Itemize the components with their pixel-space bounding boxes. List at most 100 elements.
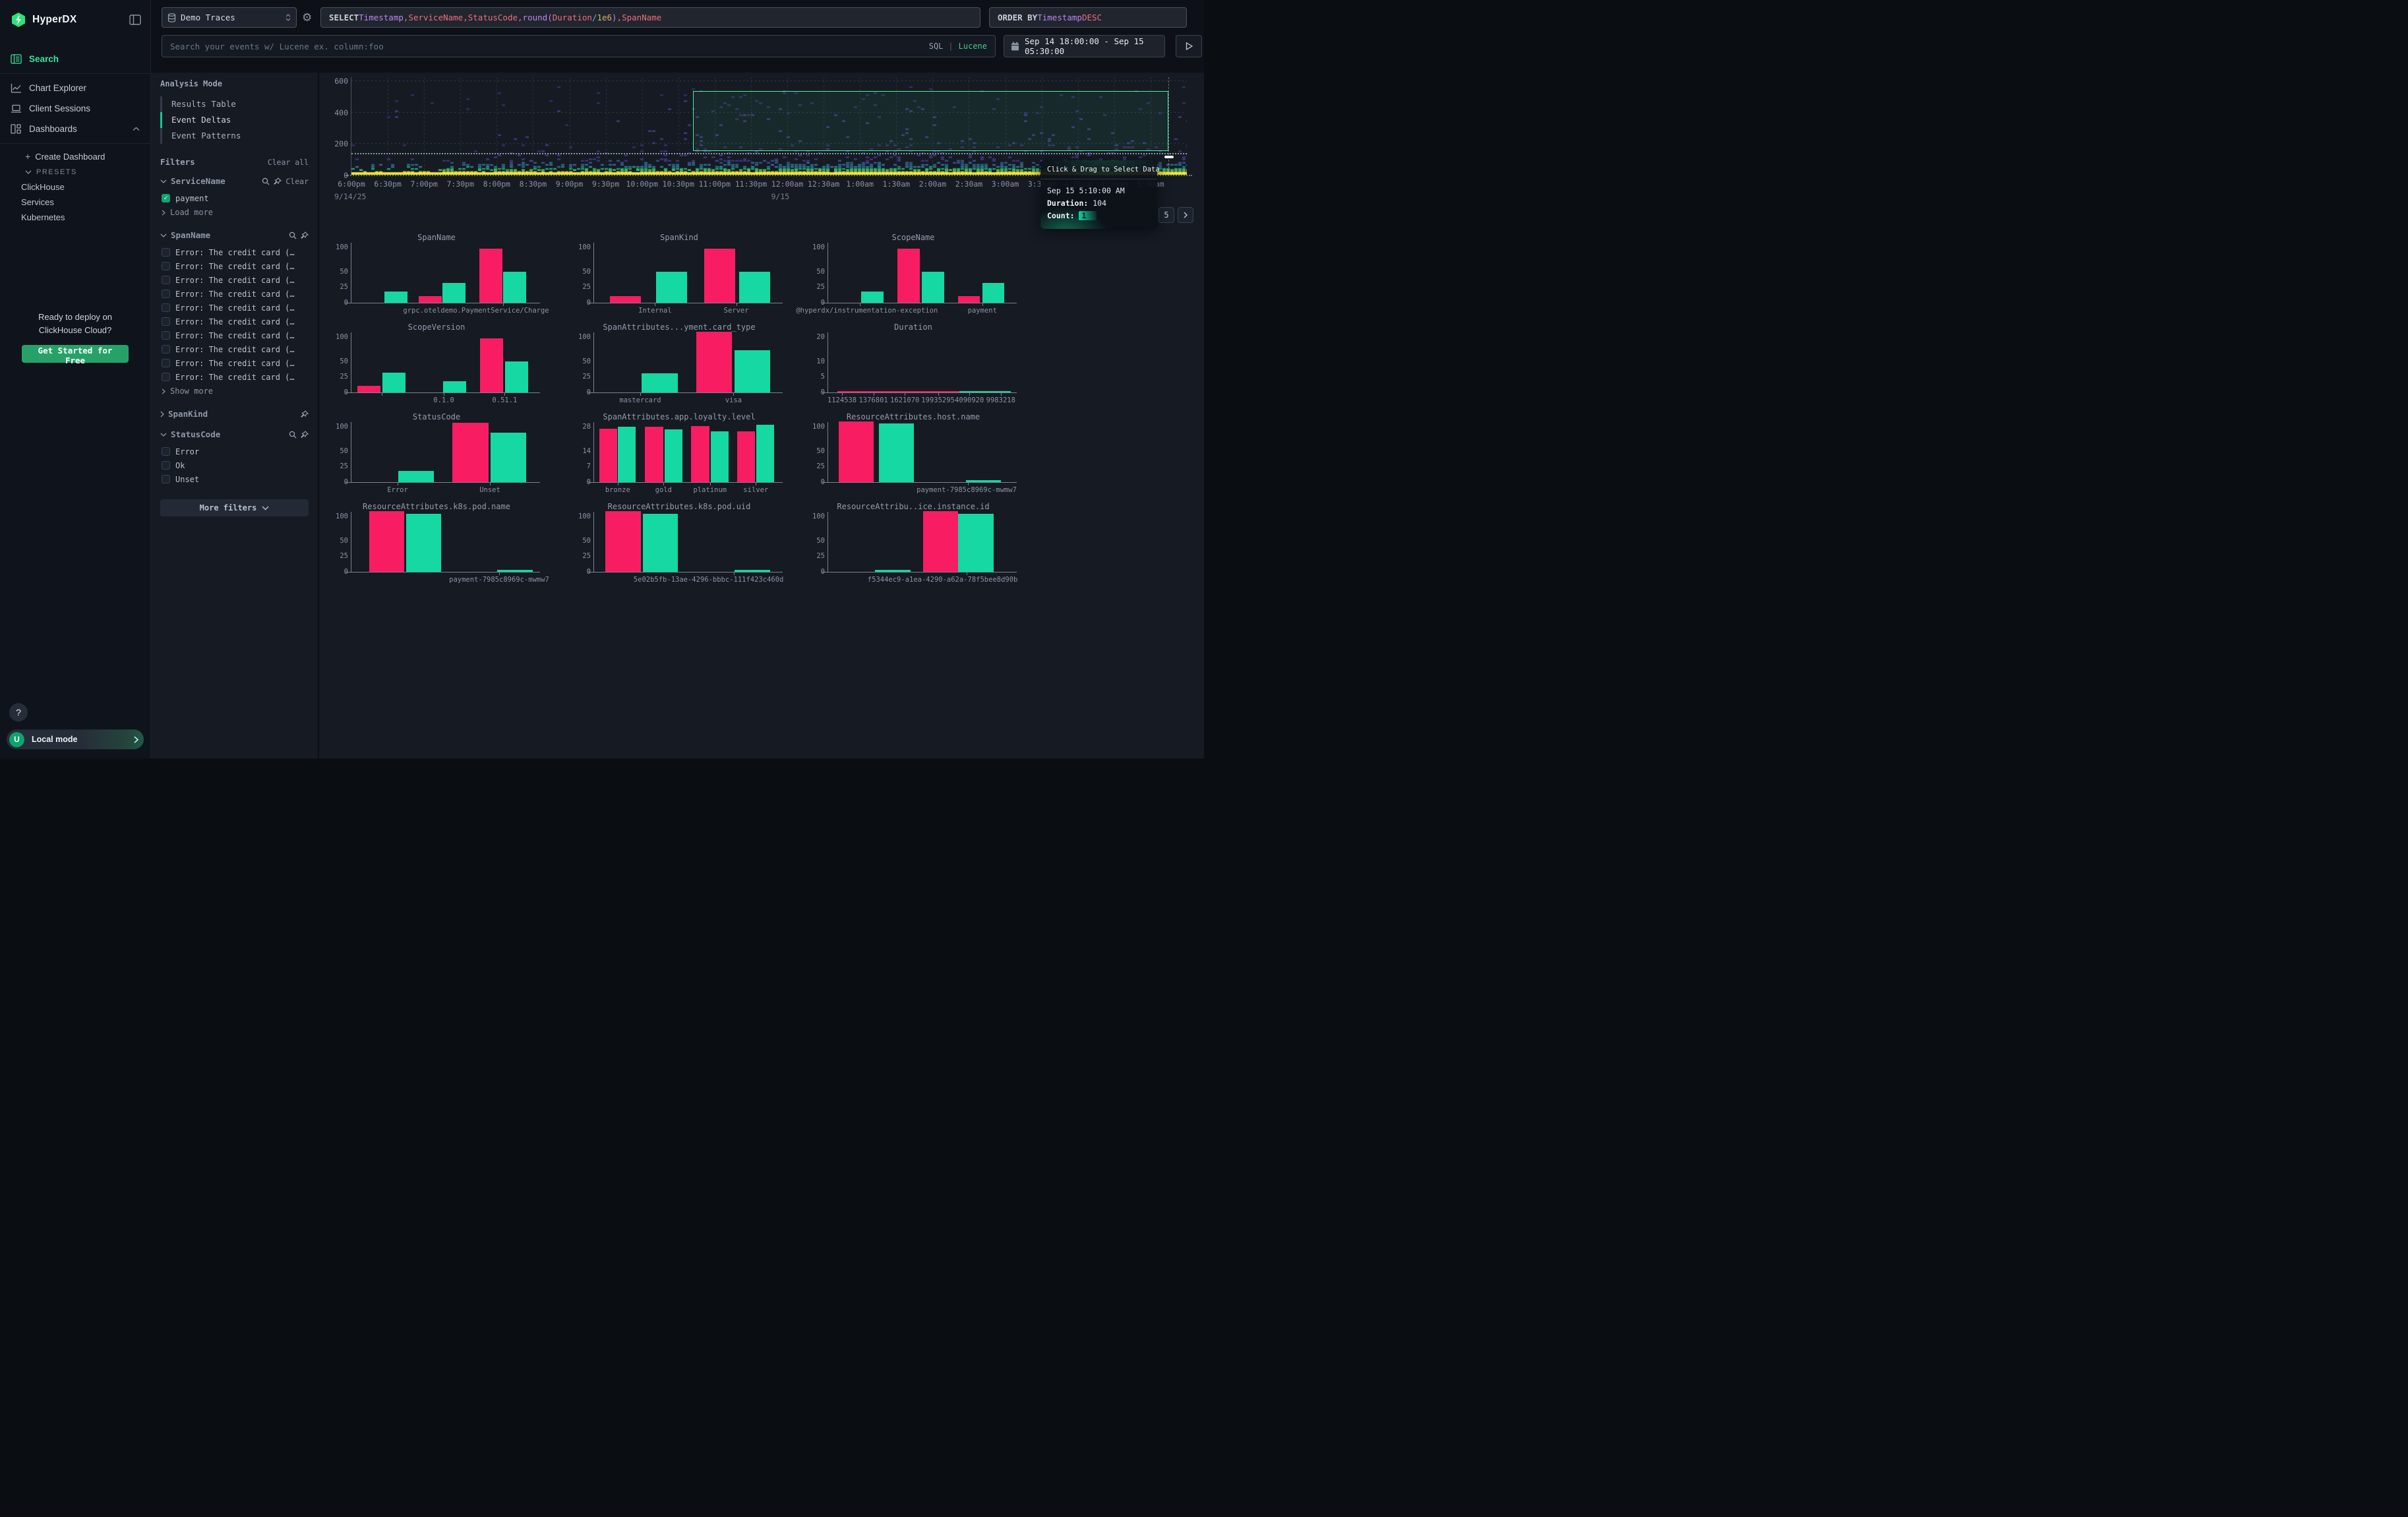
- chart-bar[interactable]: [966, 480, 1001, 482]
- chart-bar[interactable]: [665, 429, 682, 482]
- pin-icon[interactable]: [301, 232, 309, 239]
- chart-bar[interactable]: [642, 373, 678, 392]
- checkbox[interactable]: [162, 359, 170, 367]
- sidebar-item-chart-explorer[interactable]: Chart Explorer: [0, 78, 150, 98]
- filter-checkbox-row[interactable]: Error: The credit card (…: [160, 328, 309, 342]
- chart-bar[interactable]: [982, 283, 1005, 303]
- collapse-sidebar-icon[interactable]: [129, 15, 141, 25]
- lang-toggle-sql[interactable]: SQL: [929, 42, 944, 51]
- chart-bar[interactable]: [503, 272, 526, 303]
- chart-bar[interactable]: [645, 427, 663, 482]
- pin-icon[interactable]: [301, 431, 309, 439]
- chart-bar[interactable]: [382, 373, 406, 392]
- chart-bar[interactable]: [879, 423, 914, 482]
- sidebar-item-dashboards[interactable]: Dashboards: [0, 119, 150, 139]
- search-icon[interactable]: [289, 232, 297, 239]
- chart-bar[interactable]: [696, 332, 733, 392]
- checkbox[interactable]: [162, 303, 170, 312]
- checkbox[interactable]: [162, 373, 170, 381]
- chart-bar[interactable]: [861, 292, 884, 303]
- date-range-picker[interactable]: Sep 14 18:00:00 - Sep 15 05:30:00: [1004, 35, 1165, 57]
- chart-bar[interactable]: [839, 421, 874, 482]
- lang-toggle-lucene[interactable]: Lucene: [959, 42, 987, 51]
- filter-group-statuscode[interactable]: StatusCode: [160, 429, 309, 439]
- sidebar-preset-clickhouse[interactable]: ClickHouse: [21, 179, 150, 195]
- gear-icon[interactable]: ⚙: [302, 11, 312, 24]
- chart-bar[interactable]: [443, 381, 466, 392]
- sidebar-preset-services[interactable]: Services: [21, 195, 150, 210]
- checkbox[interactable]: [162, 317, 170, 326]
- search-input[interactable]: Search your events w/ Lucene ex. column:…: [162, 35, 996, 57]
- chart-bar[interactable]: [497, 570, 532, 572]
- heatmap-selection-region[interactable]: [693, 91, 1168, 151]
- sidebar-item-search[interactable]: Search: [0, 49, 150, 69]
- chart-bar[interactable]: [735, 570, 769, 572]
- clear-group-button[interactable]: Clear: [286, 177, 309, 186]
- chart-bar[interactable]: [384, 292, 407, 303]
- local-mode-pill[interactable]: U Local mode: [7, 729, 144, 749]
- pin-icon[interactable]: [301, 410, 309, 418]
- checkbox[interactable]: [162, 290, 170, 298]
- chart-bar[interactable]: [406, 514, 441, 572]
- sidebar-item-client-sessions[interactable]: Client Sessions: [0, 98, 150, 119]
- chart-bar[interactable]: [923, 511, 958, 572]
- source-select[interactable]: Demo Traces: [162, 7, 297, 28]
- run-query-button[interactable]: [1176, 35, 1202, 57]
- filter-group-spanname[interactable]: SpanName: [160, 230, 309, 240]
- search-icon[interactable]: [289, 431, 297, 439]
- checkbox[interactable]: [162, 475, 170, 483]
- filter-checkbox-row[interactable]: Error: The credit card (…: [160, 342, 309, 356]
- checkbox[interactable]: [162, 447, 170, 456]
- chart-bar[interactable]: [605, 511, 640, 572]
- filter-checkbox-row[interactable]: Error: The credit card (…: [160, 245, 309, 259]
- chart-bar[interactable]: [756, 425, 774, 482]
- chart-bar[interactable]: [656, 272, 688, 303]
- drag-handle[interactable]: [1164, 156, 1174, 158]
- chart-bar[interactable]: [419, 296, 442, 303]
- more-filters-button[interactable]: More filters: [160, 499, 309, 516]
- checkbox[interactable]: ✓: [162, 194, 170, 202]
- sidebar-preset-kubernetes[interactable]: Kubernetes: [21, 210, 150, 225]
- chart-bar[interactable]: [369, 511, 404, 572]
- show-more-button[interactable]: Show more: [160, 384, 309, 397]
- help-button[interactable]: ?: [9, 703, 28, 722]
- checkbox[interactable]: [162, 276, 170, 284]
- analysis-mode-event-deltas[interactable]: Event Deltas: [160, 112, 309, 128]
- analysis-mode-event-patterns[interactable]: Event Patterns: [160, 128, 309, 144]
- chart-bar[interactable]: [505, 361, 528, 392]
- filter-checkbox-row[interactable]: Ok: [160, 458, 309, 472]
- filter-checkbox-row[interactable]: Unset: [160, 472, 309, 486]
- pin-icon[interactable]: [274, 177, 282, 185]
- chart-bar[interactable]: [398, 471, 435, 482]
- filter-checkbox-row[interactable]: Error: [160, 445, 309, 458]
- filter-checkbox-row[interactable]: Error: The credit card (…: [160, 287, 309, 301]
- filter-checkbox-row[interactable]: Error: The credit card (…: [160, 301, 309, 315]
- filter-checkbox-row[interactable]: Error: The credit card (…: [160, 273, 309, 287]
- chart-bar[interactable]: [922, 272, 944, 303]
- chart-bar[interactable]: [704, 249, 736, 303]
- load-more-button[interactable]: Load more: [160, 205, 309, 218]
- chart-bar[interactable]: [897, 249, 920, 303]
- chart-bar[interactable]: [599, 429, 617, 482]
- chart-bar[interactable]: [610, 296, 642, 303]
- sql-select-input[interactable]: SELECT Timestamp, ServiceName, StatusCod…: [320, 7, 980, 28]
- search-icon[interactable]: [262, 177, 270, 185]
- chart-bar[interactable]: [643, 514, 678, 572]
- create-dashboard-button[interactable]: + Create Dashboard: [20, 148, 150, 165]
- chart-bar[interactable]: [479, 249, 502, 303]
- filter-checkbox-row[interactable]: Error: The credit card (…: [160, 259, 309, 273]
- order-by-input[interactable]: ORDER BY Timestamp DESC: [989, 7, 1187, 28]
- filter-checkbox-row[interactable]: ✓payment: [160, 191, 309, 205]
- get-started-button[interactable]: Get Started for Free: [22, 345, 129, 363]
- page-number-button[interactable]: 5: [1159, 207, 1174, 223]
- chart-bar[interactable]: [735, 350, 771, 392]
- chart-bar[interactable]: [357, 386, 380, 392]
- chart-bar[interactable]: [618, 427, 636, 482]
- chart-bar[interactable]: [737, 431, 755, 482]
- chart-bar[interactable]: [452, 423, 489, 482]
- filter-checkbox-row[interactable]: Error: The credit card (…: [160, 315, 309, 328]
- filter-group-spankind[interactable]: SpanKind: [160, 409, 309, 419]
- presets-toggle[interactable]: PRESETS: [20, 165, 150, 179]
- chart-bar[interactable]: [958, 296, 980, 303]
- chart-bar[interactable]: [691, 426, 709, 482]
